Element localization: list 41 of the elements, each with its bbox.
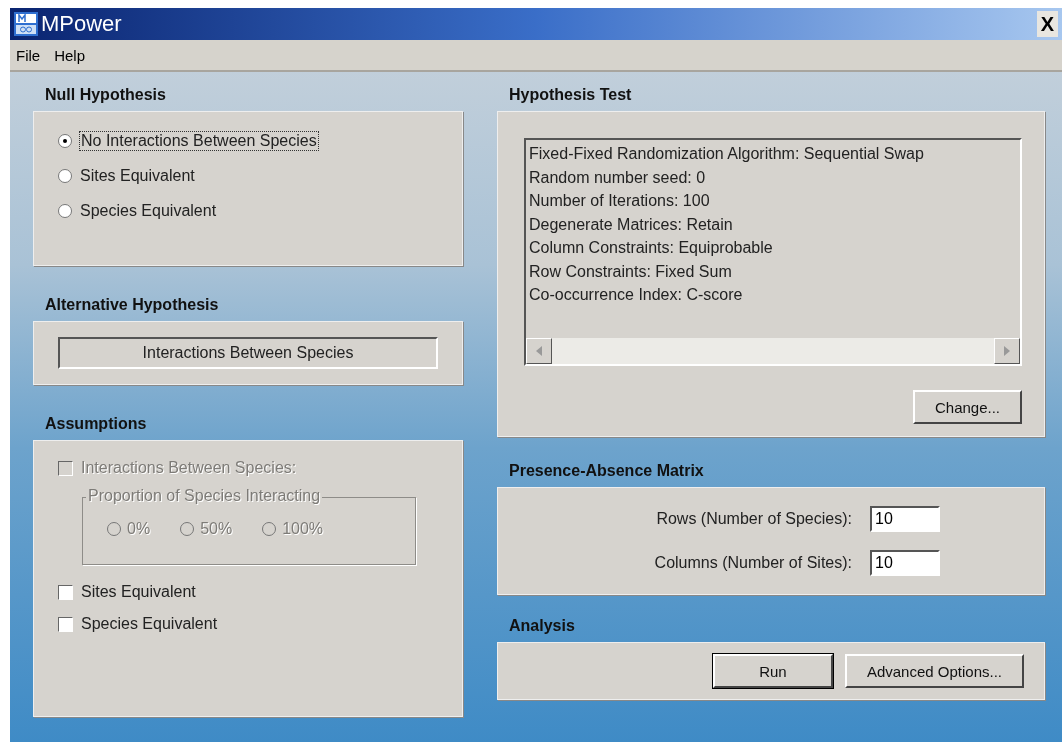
checkbox[interactable]: Sites Equivalent: [58, 583, 462, 601]
radio-button[interactable]: Species Equivalent: [58, 202, 462, 220]
checkbox[interactable]: Species Equivalent: [58, 615, 462, 633]
section-heading: Analysis: [509, 617, 576, 635]
list-line: Fixed-Fixed Randomization Algorithm: Sequential Swap: [529, 144, 925, 164]
input-field[interactable]: 10: [870, 506, 940, 532]
radio-label: No Interactions Between Species: [80, 132, 318, 150]
list-line: Number of Iterations: 100: [529, 191, 711, 211]
menu-item[interactable]: File: [16, 46, 41, 64]
scroll-left-icon[interactable]: [526, 338, 552, 364]
list-line: Row Constraints: Fixed Sum: [529, 261, 733, 282]
section-heading: Hypothesis Test: [509, 86, 633, 104]
group-label: Proportion of Species Interacting: [86, 487, 323, 505]
list-line: Column Constraints: Equiprobable: [529, 238, 774, 258]
run-button[interactable]: Run: [712, 654, 833, 688]
section-heading: Assumptions: [45, 415, 148, 433]
hypothesis-display: Interactions Between Species: [58, 337, 438, 369]
section-heading: Alternative Hypothesis: [45, 296, 220, 314]
options-button[interactable]: Advanced Options...: [844, 654, 1024, 688]
radio-button[interactable]: Sites Equivalent: [58, 167, 462, 185]
radio-label: 50%: [200, 520, 233, 538]
section-heading: Presence-Absence Matrix: [509, 462, 705, 480]
radio-label: Sites Equivalent: [80, 167, 195, 185]
radio-label: 100%: [282, 520, 324, 538]
list-line: Degenerate Matrices: Retain: [529, 214, 734, 235]
radio-label: Species Equivalent: [80, 202, 217, 220]
list-line: Co-occurrence Index: C-score: [529, 285, 744, 305]
app-icon: [14, 12, 38, 36]
field-label: Columns (Number of Sites):: [653, 554, 852, 572]
field-label: Rows (Number of Species):: [655, 510, 852, 528]
input-field[interactable]: 10: [870, 550, 940, 576]
radio-button[interactable]: No Interactions Between Species: [58, 132, 462, 150]
close-button[interactable]: X: [1036, 11, 1058, 37]
window-title: MPower: [41, 11, 123, 37]
change-button[interactable]: Change...: [912, 390, 1022, 424]
section-heading: Null Hypothesis: [45, 86, 167, 104]
menu-item[interactable]: Help: [54, 46, 86, 64]
horizontal-scrollbar[interactable]: [526, 338, 1020, 364]
radio-label: 0%: [127, 520, 151, 538]
scroll-right-icon[interactable]: [994, 338, 1020, 364]
list-line: Random number seed: 0: [529, 167, 707, 188]
